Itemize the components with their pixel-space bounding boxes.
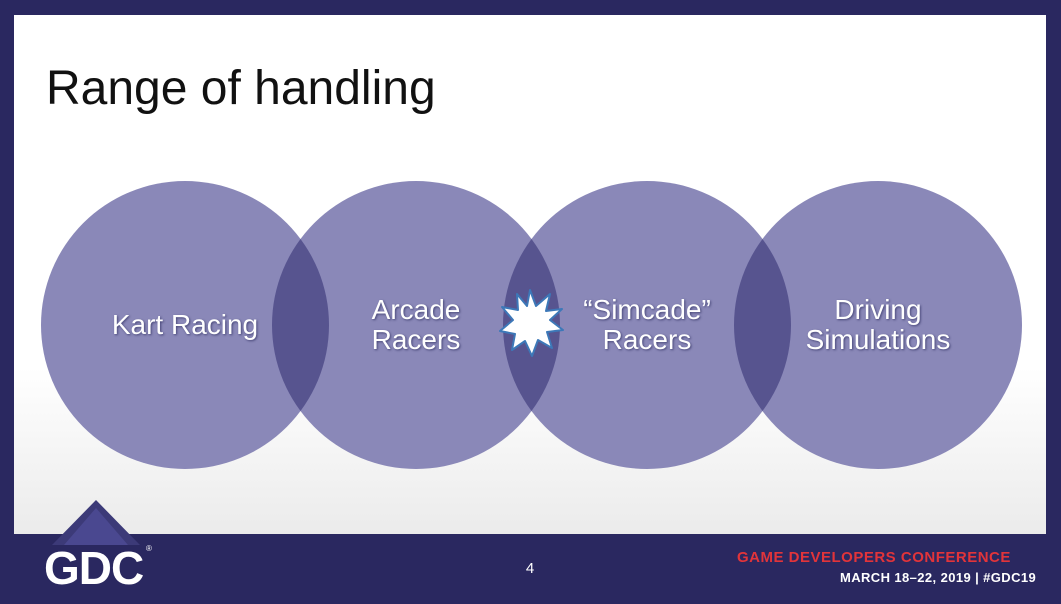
page-number: 4 bbox=[525, 560, 535, 577]
conference-dates: MARCH 18–22, 2019 | #GDC19 bbox=[840, 570, 1037, 585]
gdc-logo: GDC bbox=[44, 542, 144, 594]
registered-icon: ® bbox=[146, 544, 152, 553]
conference-name: GAME DEVELOPERS CONFERENCE bbox=[737, 549, 1011, 566]
gdc-logo-triangle-icon bbox=[52, 500, 140, 545]
